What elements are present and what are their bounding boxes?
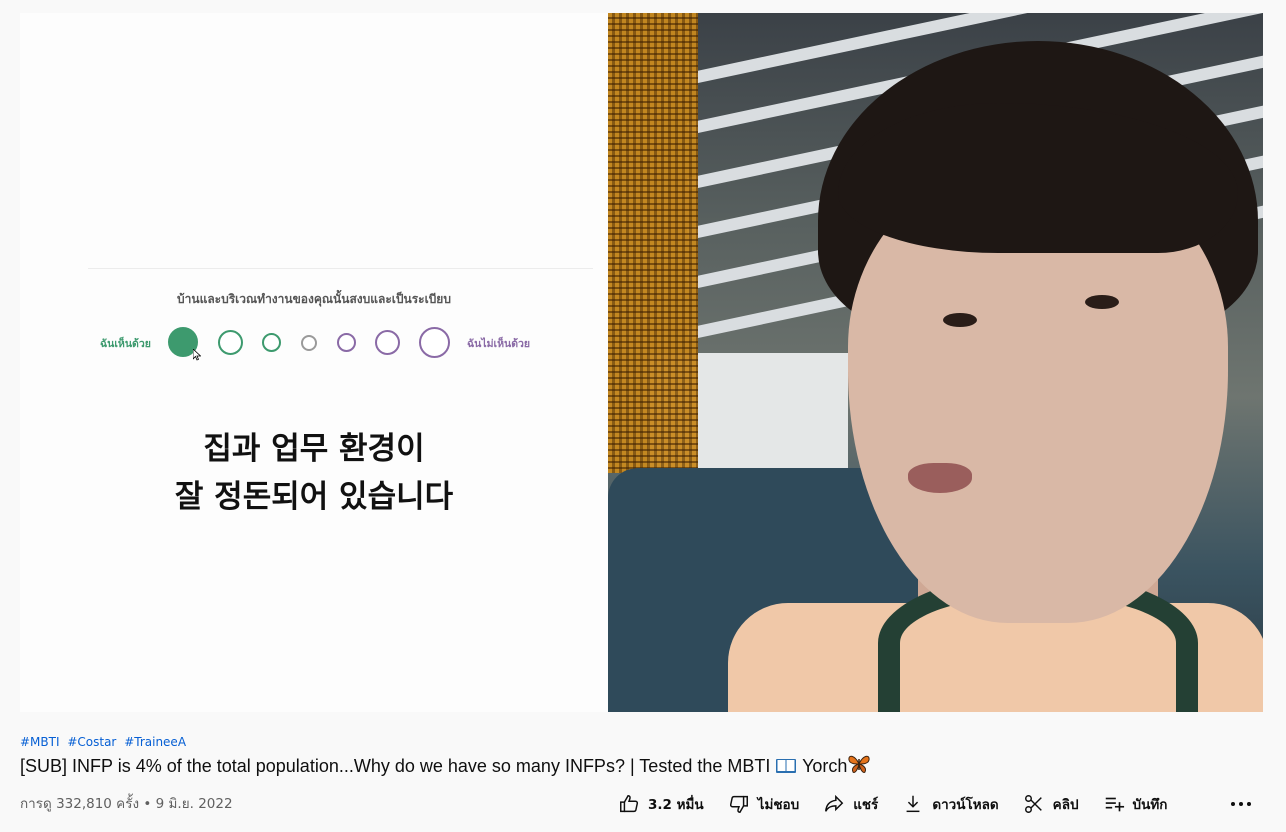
share-label: แชร์ — [853, 797, 879, 813]
korean-subtitle: 집과 업무 환경이 잘 정돈되어 있습니다 — [20, 425, 608, 521]
eye-left — [943, 313, 977, 327]
like-button[interactable]: 3.2 หมื่น — [612, 787, 710, 821]
share-icon — [825, 794, 844, 812]
scissors-icon — [1024, 795, 1042, 813]
scale-option-7 — [419, 327, 450, 358]
video-title-suffix: Yorch — [802, 756, 848, 776]
dot — [1231, 802, 1235, 806]
quiz-question: บ้านและบริเวณทำงานของคุณนั้นสงบและเป็นระ… — [177, 292, 451, 306]
scale-option-2 — [218, 330, 243, 355]
download-label: ดาวน์โหลด — [932, 797, 999, 813]
answer-scale: ฉันเห็นด้วย ฉันไม่เห็นด้วย — [20, 325, 608, 361]
watch-page: บ้านและบริเวณทำงานของคุณนั้นสงบและเป็นระ… — [0, 0, 1286, 832]
hashtag-link[interactable]: #TraineeA — [124, 735, 186, 749]
video-title: [SUB] INFP is 4% of the total population… — [20, 753, 871, 777]
cursor-icon — [193, 349, 201, 361]
download-button[interactable]: ดาวน์โหลด — [896, 787, 1004, 821]
dislike-button[interactable]: ไม่ชอบ — [722, 787, 806, 821]
download-icon — [906, 795, 920, 813]
playlist-add-icon — [1105, 797, 1124, 812]
more-actions-button[interactable] — [1228, 794, 1254, 814]
video-title-text: [SUB] INFP is 4% of the total population… — [20, 756, 771, 776]
hashtag-link[interactable]: #MBTI — [20, 735, 60, 749]
scale-option-3 — [262, 333, 281, 352]
upload-date: 9 มิ.ย. 2022 — [155, 796, 233, 812]
video-meta: การดู 332,810 ครั้ง • 9 มิ.ย. 2022 — [20, 792, 233, 814]
video-left-panel: บ้านและบริเวณทำงานของคุณนั้นสงบและเป็นระ… — [20, 13, 608, 712]
mesh-overlay — [608, 13, 698, 473]
dislike-label: ไม่ชอบ — [757, 797, 800, 813]
save-button[interactable]: บันทึก — [1097, 787, 1174, 821]
action-bar: 3.2 หมื่น ไม่ชอบ แชร์ ดาวน์โหลด คลิป บัน… — [612, 787, 1185, 821]
dot — [1239, 802, 1243, 806]
thumbs-down-icon — [729, 795, 748, 813]
thumbs-up-icon — [620, 795, 639, 813]
disagree-label: ฉันไม่เห็นด้วย — [467, 338, 531, 350]
korean-line-1: 집과 업무 환경이 — [203, 431, 425, 467]
korean-line-2: 잘 정돈되어 있습니다 — [174, 479, 454, 515]
meta-separator: • — [143, 796, 152, 812]
dot — [1247, 802, 1251, 806]
share-button[interactable]: แชร์ — [817, 787, 884, 821]
scale-option-5 — [337, 333, 356, 352]
agree-label: ฉันเห็นด้วย — [100, 338, 151, 350]
divider — [88, 268, 593, 269]
scale-option-4 — [301, 335, 317, 351]
video-right-panel — [608, 13, 1263, 712]
mouth — [908, 463, 972, 493]
open-book-icon — [776, 759, 797, 773]
clip-button[interactable]: คลิป — [1017, 787, 1085, 821]
hashtag-link[interactable]: #Costar — [67, 735, 116, 749]
view-count: การดู 332,810 ครั้ง — [20, 796, 140, 812]
scale-option-6 — [375, 330, 400, 355]
eye-right — [1085, 295, 1119, 309]
like-count: 3.2 หมื่น — [648, 797, 704, 813]
butterfly-icon — [848, 755, 870, 773]
clip-label: คลิป — [1052, 797, 1079, 813]
hashtags: #MBTI #Costar #TraineeA — [20, 735, 190, 749]
video-player[interactable]: บ้านและบริเวณทำงานของคุณนั้นสงบและเป็นระ… — [20, 13, 1263, 712]
save-label: บันทึก — [1132, 797, 1168, 813]
